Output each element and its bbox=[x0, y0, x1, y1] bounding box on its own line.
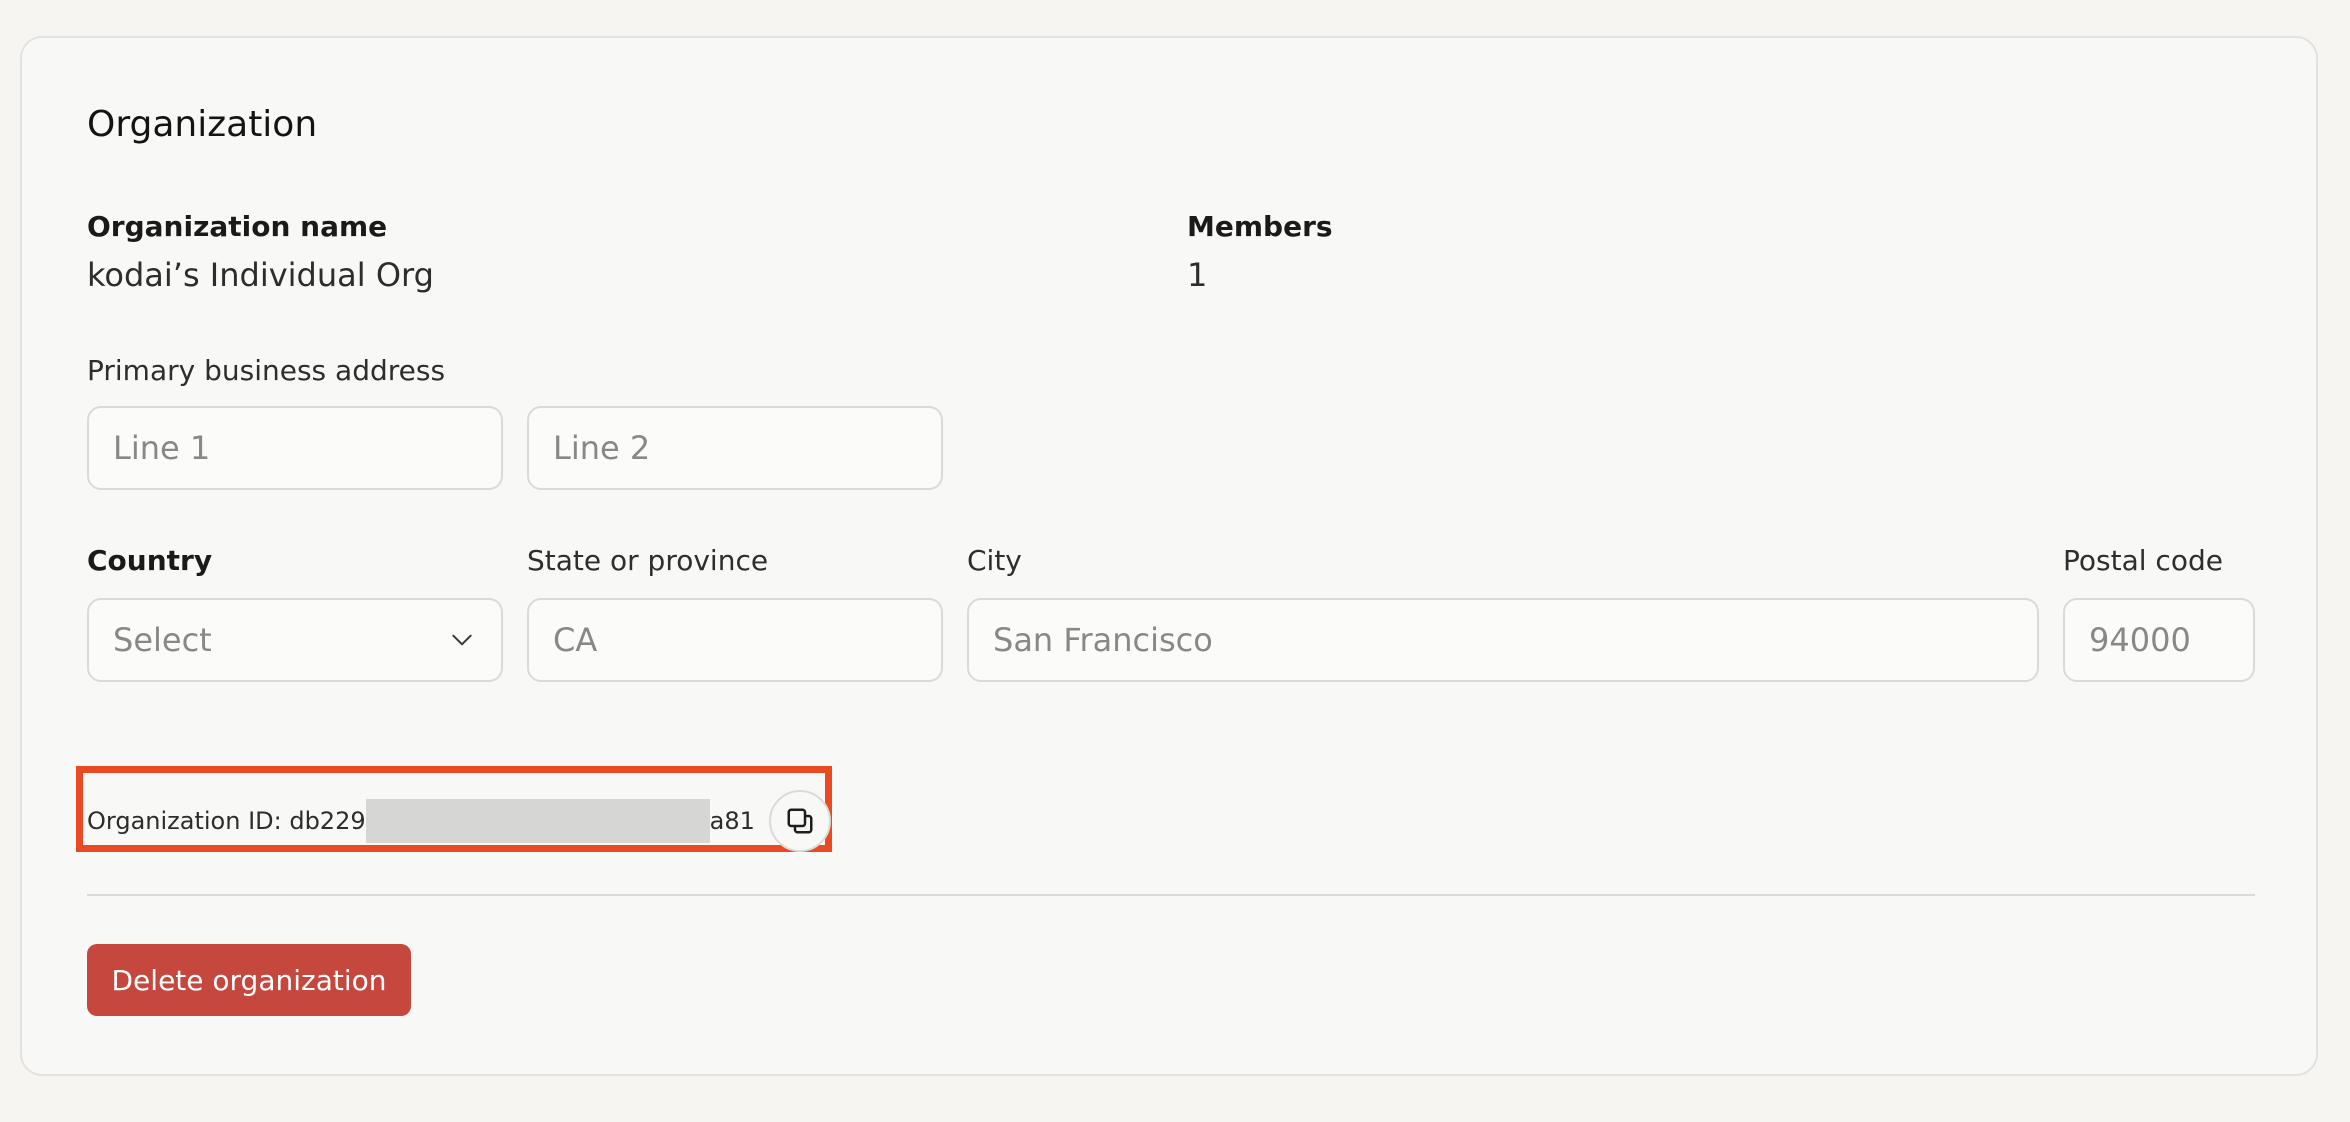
organization-card: Organization Organization name kodai’s I… bbox=[20, 36, 2318, 1076]
members-label: Members bbox=[1187, 210, 1333, 243]
city-label: City bbox=[967, 544, 1022, 577]
organization-id-prefix: Organization ID: db229 bbox=[87, 807, 366, 835]
org-name-value: kodai’s Individual Org bbox=[87, 256, 434, 294]
members-value: 1 bbox=[1187, 256, 1208, 294]
country-label: Country bbox=[87, 544, 213, 577]
org-name-label: Organization name bbox=[87, 210, 388, 243]
address-label: Primary business address bbox=[87, 354, 446, 387]
section-title: Organization bbox=[87, 104, 318, 145]
state-label: State or province bbox=[527, 544, 769, 577]
address-line2-input[interactable] bbox=[527, 406, 943, 490]
delete-organization-button[interactable]: Delete organization bbox=[87, 944, 411, 1016]
country-select[interactable]: Select bbox=[87, 598, 503, 682]
address-line1-input[interactable] bbox=[87, 406, 503, 490]
postal-code-label: Postal code bbox=[2063, 544, 2223, 577]
copy-organization-id-button[interactable] bbox=[768, 790, 831, 852]
copy-icon bbox=[787, 808, 813, 834]
city-input[interactable] bbox=[967, 598, 2039, 682]
organization-id-suffix: a81 bbox=[709, 807, 755, 835]
state-input[interactable] bbox=[527, 598, 943, 682]
postal-code-input[interactable] bbox=[2063, 598, 2255, 682]
divider bbox=[87, 894, 2255, 896]
country-select-value: Select bbox=[113, 621, 212, 659]
organization-id-row: Organization ID: db229 a81 bbox=[87, 788, 831, 854]
organization-id-redacted bbox=[365, 799, 710, 843]
chevron-down-icon bbox=[452, 634, 472, 646]
